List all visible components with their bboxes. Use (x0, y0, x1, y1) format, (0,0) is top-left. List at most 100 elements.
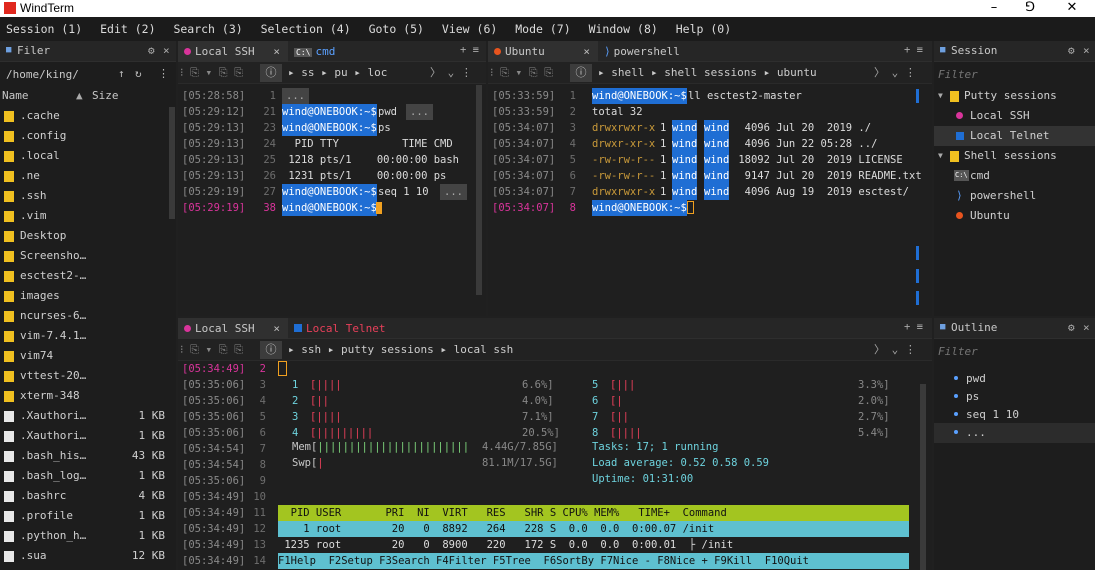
session-group[interactable]: ▼ Putty sessions (934, 86, 1095, 106)
tab-local-ssh[interactable]: Local SSH × (178, 41, 288, 62)
tab-ubuntu[interactable]: Ubuntu × (488, 41, 598, 62)
toolbar-icons[interactable]: ⁝ ⎘ ▾ ⎘ ⎘ (180, 62, 243, 84)
menu-view[interactable]: View (6) (442, 22, 497, 36)
process-header[interactable]: PID USER PRI NI VIRT RES SHR S CPU% MEM%… (278, 505, 909, 521)
file-list-item[interactable]: .local (0, 146, 175, 166)
info-icon[interactable]: ⓘ (260, 341, 282, 359)
tab-powershell[interactable]: ⟩ powershell (598, 41, 708, 62)
file-list-item[interactable]: .python_h… 1 KB (0, 526, 175, 546)
file-list-item[interactable]: .profile 1 KB (0, 506, 175, 526)
breadcrumb-nav-icon[interactable]: 〉 ⌄ ⋮ (874, 62, 916, 84)
file-list-item[interactable]: esctest2-… (0, 266, 175, 286)
toolbar-icons[interactable]: ⁝ ⎘ ▾ ⎘ ⎘ (180, 339, 243, 361)
terminal-local-ssh[interactable]: [05:28:58] 1... [05:29:12] 21 wind@ONEBOOK:~… (178, 84, 486, 314)
close-tab-icon[interactable]: × (273, 41, 280, 62)
menu-edit[interactable]: Edit (2) (100, 22, 155, 36)
file-list-item[interactable]: images (0, 286, 175, 306)
tab-local-ssh[interactable]: Local SSH × (178, 318, 288, 339)
outline-item[interactable]: ps (934, 387, 1095, 407)
outline-item[interactable]: ... (934, 423, 1095, 443)
file-list-item[interactable]: .config (0, 126, 175, 146)
file-list-item[interactable]: Desktop (0, 226, 175, 246)
outline-panel: ■ Outline ⚙ × pwd ps seq 1 10... (934, 318, 1095, 570)
process-row[interactable]: 1235 root 20 0 8900 220 172 S 0.0 0.0 0:… (278, 537, 909, 553)
file-list-item[interactable]: .Xauthori… 1 KB (0, 406, 175, 426)
session-item[interactable]: ⟩ powershell (934, 186, 1095, 206)
file-list-item[interactable]: .ssh (0, 186, 175, 206)
terminal-ubuntu[interactable]: [05:33:59] 1 wind@ONEBOOK:~$ ll esctest2-ma… (488, 84, 932, 314)
process-row-selected[interactable]: 1 root 20 0 8892 264 228 S 0.0 0.0 0:00.… (278, 521, 909, 537)
outline-filter-input[interactable] (938, 342, 1088, 360)
session-filter-input[interactable] (938, 65, 1088, 83)
session-item[interactable]: Local Telnet (934, 126, 1095, 146)
file-name: esctest2-… (20, 269, 87, 282)
menu-session[interactable]: Session (1) (6, 22, 82, 36)
file-list-item[interactable]: .pub 12 KB (0, 566, 175, 570)
menu-mode[interactable]: Mode (7) (515, 22, 570, 36)
close-icon[interactable]: × (1083, 44, 1090, 57)
info-icon[interactable]: ⓘ (260, 64, 282, 82)
close-icon[interactable]: × (1083, 321, 1090, 334)
filer-path[interactable]: /home/king/ (6, 68, 79, 81)
filer-scrollbar[interactable] (169, 107, 175, 219)
close-button[interactable]: ✕ (1055, 0, 1089, 17)
tab-cmd[interactable]: C:\ cmd (288, 41, 383, 62)
minimize-button[interactable]: – (977, 0, 1011, 17)
refresh-icon[interactable]: ↻ (135, 67, 142, 80)
session-item[interactable]: Ubuntu (934, 206, 1095, 226)
file-list-item[interactable]: .bash_his… 43 KB (0, 446, 175, 466)
menu-help[interactable]: Help (0) (676, 22, 731, 36)
up-arrow-icon[interactable]: ↑ (118, 67, 125, 80)
info-icon[interactable]: ⓘ (570, 64, 592, 82)
close-icon[interactable]: × (163, 44, 170, 57)
session-group[interactable]: ▼ Shell sessions (934, 146, 1095, 166)
breadcrumb-nav-icon[interactable]: 〉 ⌄ ⋮ (874, 339, 916, 361)
col-name-header[interactable]: Name (2, 89, 29, 102)
breadcrumb-nav-icon[interactable]: 〉 ⌄ ⋮ (430, 62, 472, 84)
file-list-item[interactable]: .bash_log… 1 KB (0, 466, 175, 486)
add-tab-icon[interactable]: + ≡ (460, 44, 479, 56)
file-list-item[interactable]: Screensho… (0, 246, 175, 266)
menu-selection[interactable]: Selection (4) (261, 22, 351, 36)
col-size-header[interactable]: Size (92, 89, 119, 102)
breadcrumb[interactable]: ▸ shell ▸ shell sessions ▸ ubuntu (598, 62, 817, 84)
outline-item[interactable]: pwd (934, 369, 1095, 389)
more-icon[interactable]: ⋮ (158, 67, 169, 80)
toolbar-icons[interactable]: ⁝ ⎘ ▾ ⎘ ⎘ (490, 62, 553, 84)
file-list-item[interactable]: vim-7.4.1… (0, 326, 175, 346)
terminal-line: [05:29:12] 21 wind@ONEBOOK:~$ pwd... (178, 104, 474, 120)
function-keys-bar[interactable]: F1Help F2Setup F3Search F4Filter F5Tree … (278, 553, 909, 569)
restore-button[interactable]: ⅁ (1013, 0, 1047, 17)
file-list-item[interactable]: .sua 12 KB (0, 546, 175, 566)
timestamp: [05:34:07] (492, 138, 556, 150)
gear-icon[interactable]: ⚙ (148, 44, 155, 57)
file-list-item[interactable]: .cache (0, 106, 175, 126)
breadcrumb[interactable]: ▸ ss ▸ pu ▸ loc (288, 62, 387, 84)
terminal-htop[interactable]: [05:34:49] 2 [05:35:06] 3 [05:35:06] 4 [05:35:… (178, 361, 932, 570)
file-list-item[interactable]: .Xauthori… 1 KB (0, 426, 175, 446)
close-tab-icon[interactable]: × (273, 318, 280, 339)
file-list-item[interactable]: vim74 (0, 346, 175, 366)
add-tab-icon[interactable]: + ≡ (904, 44, 923, 56)
menu-window[interactable]: Window (8) (589, 22, 658, 36)
file-list-item[interactable]: .vim (0, 206, 175, 226)
session-item[interactable]: Local SSH (934, 106, 1095, 126)
file-list-item[interactable]: ncurses-6… (0, 306, 175, 326)
menu-search[interactable]: Search (3) (173, 22, 242, 36)
file-list-item[interactable]: .ne (0, 166, 175, 186)
outline-item[interactable]: seq 1 10 (934, 405, 1095, 425)
left-pane-scrollbar[interactable] (476, 85, 482, 295)
tab-local-telnet[interactable]: Local Telnet (288, 318, 393, 339)
session-item[interactable]: C:\ cmd (934, 166, 1095, 186)
add-tab-icon[interactable]: + ≡ (904, 321, 923, 333)
gear-icon[interactable]: ⚙ (1068, 44, 1075, 57)
gear-icon[interactable]: ⚙ (1068, 321, 1075, 334)
file-list-item[interactable]: .bashrc 4 KB (0, 486, 175, 506)
file-list-item[interactable]: xterm-348 (0, 386, 175, 406)
group: wind (704, 152, 730, 168)
file-list-item[interactable]: vttest-20… (0, 366, 175, 386)
menu-goto[interactable]: Goto (5) (369, 22, 424, 36)
bottom-pane-scrollbar[interactable] (920, 384, 926, 570)
breadcrumb[interactable]: ▸ ssh ▸ putty sessions ▸ local ssh (288, 339, 513, 361)
close-tab-icon[interactable]: × (583, 41, 590, 62)
